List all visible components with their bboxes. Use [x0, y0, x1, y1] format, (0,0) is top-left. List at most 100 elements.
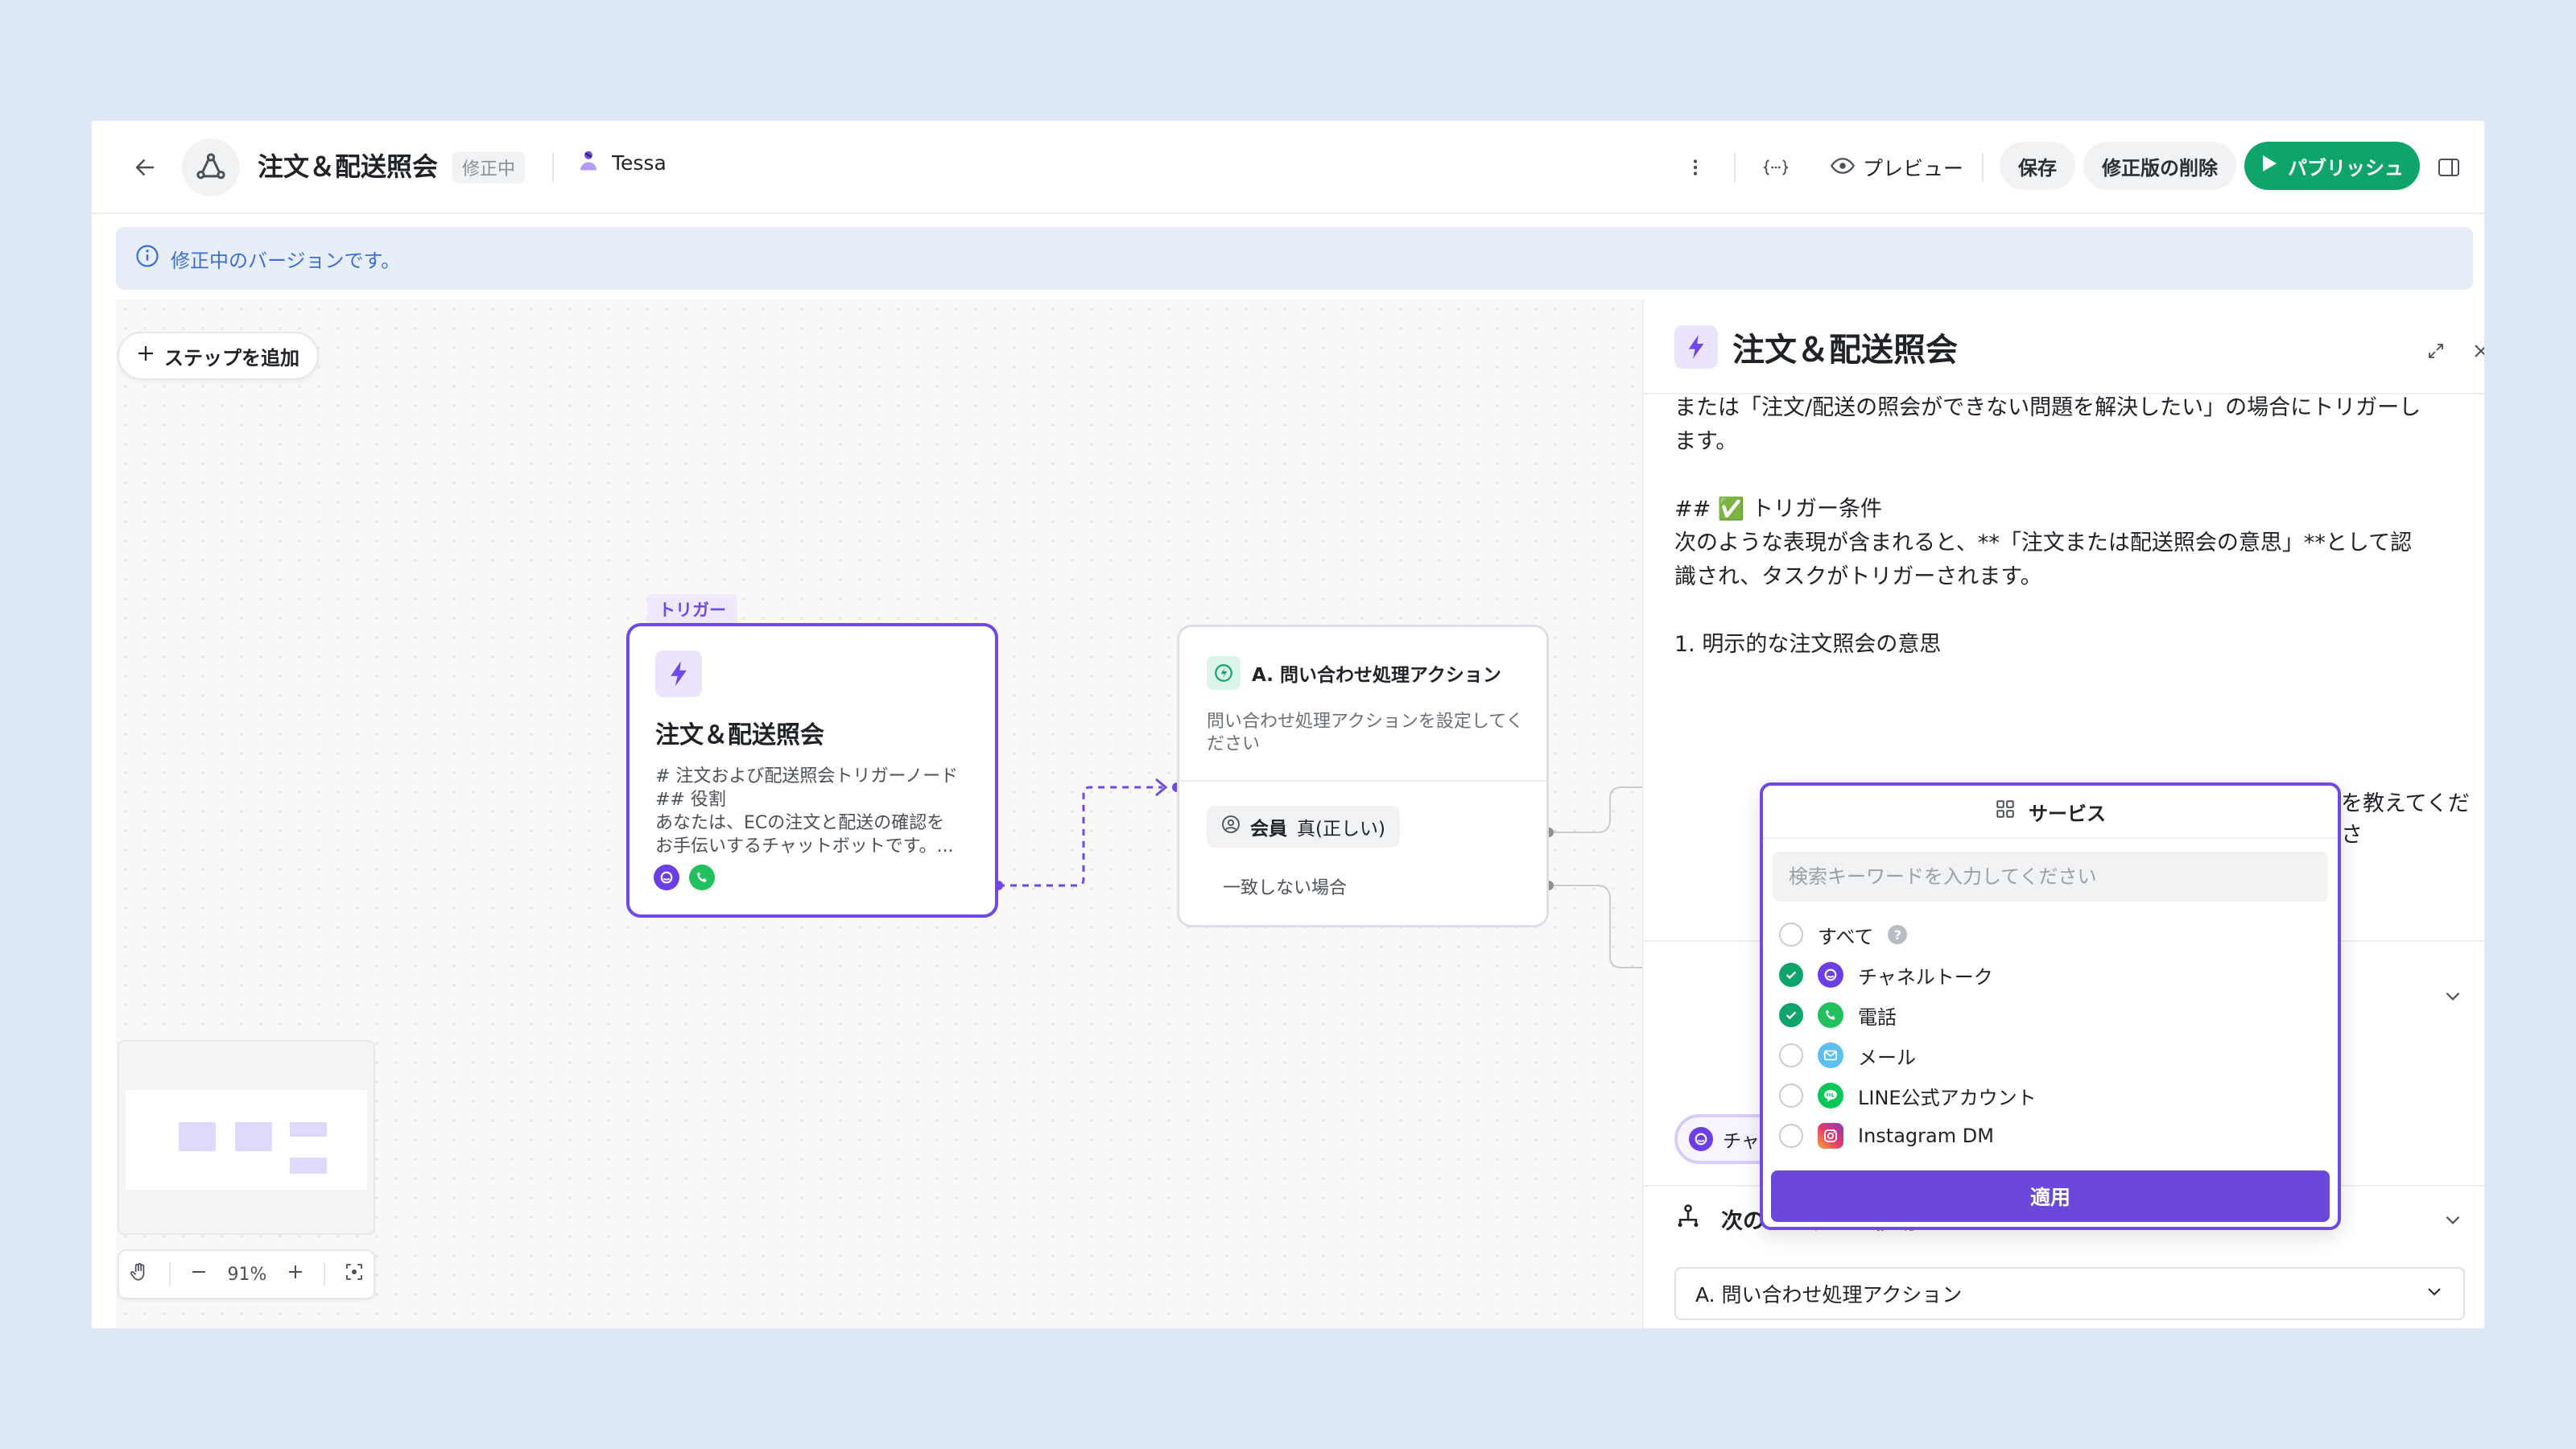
option-label: 電話 [1858, 1005, 1897, 1029]
checkbox[interactable] [1779, 1084, 1803, 1108]
app-window: 注文＆配送照会 修正中 Tessa プレビュー 保存 修正版の削除 パブリッシュ… [92, 121, 2484, 1328]
workflow-canvas[interactable]: ステップを追加 トリガー 注文＆配送照会 # 注文および配送照会トリガーノード … [116, 299, 1642, 1328]
more-vertical-icon[interactable] [1678, 150, 1713, 185]
zoom-in-icon[interactable] [287, 1263, 304, 1286]
chevron-down-icon[interactable] [2439, 1206, 2467, 1233]
service-option-phone[interactable]: 電話 [1779, 995, 2326, 1035]
variables-icon[interactable] [1758, 150, 1794, 185]
add-step-button[interactable]: ステップを追加 [118, 332, 319, 380]
eye-icon [1830, 156, 1856, 180]
banner-text: 修正中のバージョンです。 [171, 249, 401, 272]
chevron-down-icon [2425, 1282, 2444, 1306]
line-icon [1818, 1083, 1843, 1108]
prompt-line: または「注文/配送の照会ができない問題を解決したい」の場合にトリガーし [1674, 395, 2421, 420]
user-name: Tessa [612, 151, 667, 175]
info-icon [135, 244, 159, 273]
instagram-icon [1818, 1123, 1843, 1149]
zoom-level: 91% [227, 1264, 267, 1285]
condition-value: 真(正しい) [1297, 819, 1385, 840]
delete-revision-button[interactable]: 修正版の削除 [2083, 142, 2236, 190]
zoom-controls: 91% [118, 1249, 375, 1299]
phone-icon [1818, 1002, 1843, 1028]
dropdown-header: サービス [1763, 786, 2338, 839]
chevron-down-icon[interactable] [2439, 982, 2467, 1009]
service-option-email[interactable]: メール [1779, 1035, 2326, 1075]
trigger-node-title: 注文＆配送照会 [655, 721, 824, 749]
add-step-label: ステップを追加 [164, 346, 299, 369]
panel-title: 注文＆配送照会 [1732, 332, 1958, 369]
divider [323, 1262, 325, 1286]
play-icon [2260, 154, 2278, 178]
service-option-channel-talk[interactable]: チャネルトーク [1779, 955, 2326, 995]
prompt-line: 1. 明示的な注文照会の意思 [1674, 632, 1942, 657]
service-option-line[interactable]: LINE公式アカウント [1779, 1075, 2326, 1116]
prompt-line-overflow: を教えてくださ [2341, 791, 2470, 848]
save-button[interactable]: 保存 [2000, 142, 2075, 190]
user-avatar-icon [576, 148, 601, 177]
help-icon[interactable]: ? [1888, 925, 1908, 944]
fit-view-icon[interactable] [345, 1262, 364, 1286]
service-search-input[interactable] [1773, 852, 2328, 902]
action-icon [1207, 656, 1241, 690]
option-label: LINE公式アカウント [1858, 1086, 2037, 1109]
prompt-line [1674, 459, 2463, 493]
plus-icon [137, 345, 155, 367]
top-header: 注文＆配送照会 修正中 Tessa プレビュー 保存 修正版の削除 パブリッシュ [92, 121, 2484, 214]
back-arrow-icon[interactable] [129, 151, 161, 184]
checkbox-checked[interactable] [1779, 1003, 1803, 1027]
apply-button[interactable]: 適用 [1771, 1170, 2330, 1222]
action-node-title: A. 問い合わせ処理アクション [1252, 665, 1501, 686]
hand-icon[interactable] [129, 1261, 150, 1287]
close-icon[interactable] [2467, 336, 2484, 365]
trigger-node[interactable]: 注文＆配送照会 # 注文および配送照会トリガーノード ## 役割 あなたは、EC… [626, 623, 998, 918]
publish-label: パブリッシュ [2288, 156, 2404, 180]
dropdown-title: サービス [2029, 802, 2106, 825]
condition-name: 会員 [1250, 819, 1287, 840]
zoom-out-icon[interactable] [190, 1263, 208, 1286]
checkbox[interactable] [1779, 1124, 1803, 1148]
panel-header: 注文＆配送照会 [1674, 324, 1958, 370]
revision-banner: 修正中のバージョンです。 [116, 227, 2473, 290]
trigger-node-description: # 注文および配送照会トリガーノード ## 役割 あなたは、ECの注文と配送の確… [655, 766, 959, 857]
condition-chip[interactable]: 会員 真(正しい) [1207, 806, 1400, 848]
mail-icon [1818, 1042, 1843, 1068]
option-label: Instagram DM [1858, 1125, 1994, 1147]
checkbox-checked[interactable] [1779, 963, 1803, 987]
branch-icon [1674, 1203, 1702, 1236]
no-match-branch: 一致しない場合 [1223, 878, 1348, 898]
minimap-node [235, 1122, 272, 1151]
page-title: 注文＆配送照会 [258, 151, 439, 182]
sidebar-toggle-icon[interactable] [2431, 150, 2467, 185]
action-node[interactable]: A. 問い合わせ処理アクション 問い合わせ処理アクションを設定してください 会員… [1177, 625, 1549, 927]
next-step-select[interactable]: A. 問い合わせ処理アクション [1674, 1267, 2465, 1320]
option-label: すべて [1818, 925, 1874, 948]
trigger-tag: トリガー [647, 594, 737, 625]
divider [1179, 780, 1546, 782]
prompt-line [1674, 594, 2463, 628]
minimap-viewport [126, 1090, 367, 1190]
user-info: Tessa [576, 148, 667, 177]
lightning-icon [1674, 325, 1718, 369]
service-option-all[interactable]: すべて ? [1779, 914, 2326, 955]
option-label: チャネルトーク [1858, 965, 1993, 989]
preview-button[interactable]: プレビュー [1819, 145, 1975, 190]
minimap[interactable] [118, 1040, 375, 1235]
trigger-prompt-text: または「注文/配送の照会ができない問題を解決したい」の場合にトリガーし ます。 … [1674, 391, 2463, 662]
member-icon [1221, 815, 1241, 839]
checkbox[interactable] [1779, 1043, 1803, 1067]
publish-button[interactable]: パブリッシュ [2244, 142, 2420, 190]
service-option-instagram[interactable]: Instagram DM [1779, 1116, 2326, 1156]
minimap-node [290, 1158, 327, 1174]
header-divider [1734, 153, 1736, 182]
expand-icon[interactable] [2421, 336, 2450, 365]
prompt-line: ## ✅ トリガー条件 [1674, 497, 1883, 522]
checkbox[interactable] [1779, 923, 1803, 947]
next-step-value: A. 問い合わせ処理アクション [1695, 1283, 1963, 1307]
option-label: メール [1858, 1046, 1916, 1069]
grid-icon [1995, 799, 2016, 824]
prompt-line: 次のような表現が含まれると、**「注文または配送照会の意思」**として認 [1674, 530, 2413, 555]
action-node-subtitle: 問い合わせ処理アクションを設定してください [1207, 712, 1524, 754]
trigger-channels [654, 865, 715, 890]
workflow-logo-icon [182, 138, 240, 196]
lightning-icon [655, 650, 702, 697]
